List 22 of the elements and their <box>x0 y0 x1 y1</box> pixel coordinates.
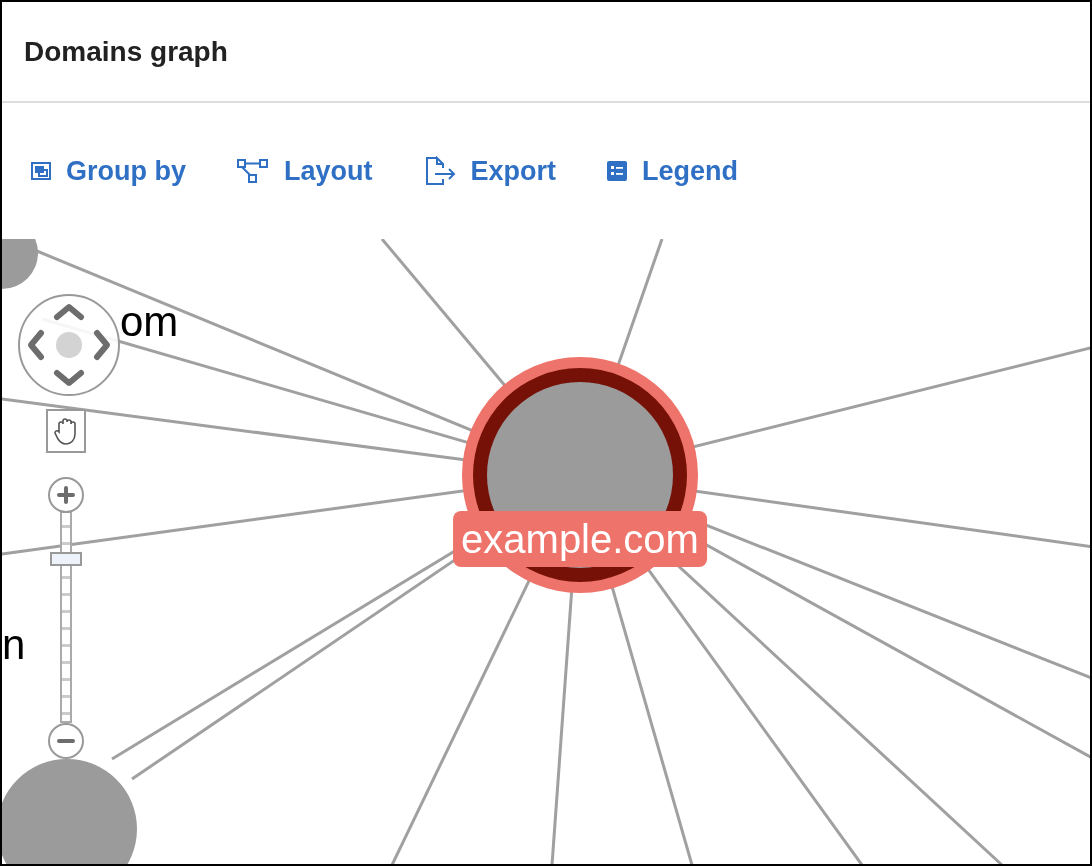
graph-node[interactable] <box>2 239 38 289</box>
list-icon <box>606 160 629 182</box>
slider-thumb[interactable] <box>50 551 82 566</box>
toolbar-button[interactable]: Group by <box>30 155 186 187</box>
node-label: n <box>2 624 26 666</box>
nodes-icon <box>236 158 270 184</box>
pan-control[interactable] <box>17 293 121 397</box>
pan-tool-button[interactable] <box>46 409 86 453</box>
toolbar-button[interactable]: Layout <box>236 155 373 187</box>
window-title: Domains graph <box>24 35 228 68</box>
node-label: example.com <box>453 511 707 567</box>
plus-icon <box>57 486 75 504</box>
node-label: om <box>120 301 179 343</box>
graph-node[interactable] <box>2 759 137 864</box>
image-frame-icon <box>30 161 52 181</box>
toolbar-button[interactable]: Legend <box>606 155 739 187</box>
toolbar-button[interactable]: Export <box>422 155 557 187</box>
hand-icon <box>53 416 79 446</box>
minus-icon <box>57 738 75 744</box>
zoom-in-button[interactable] <box>48 477 84 513</box>
zoom-slider[interactable] <box>50 511 82 723</box>
zoom-out-button[interactable] <box>48 723 84 759</box>
